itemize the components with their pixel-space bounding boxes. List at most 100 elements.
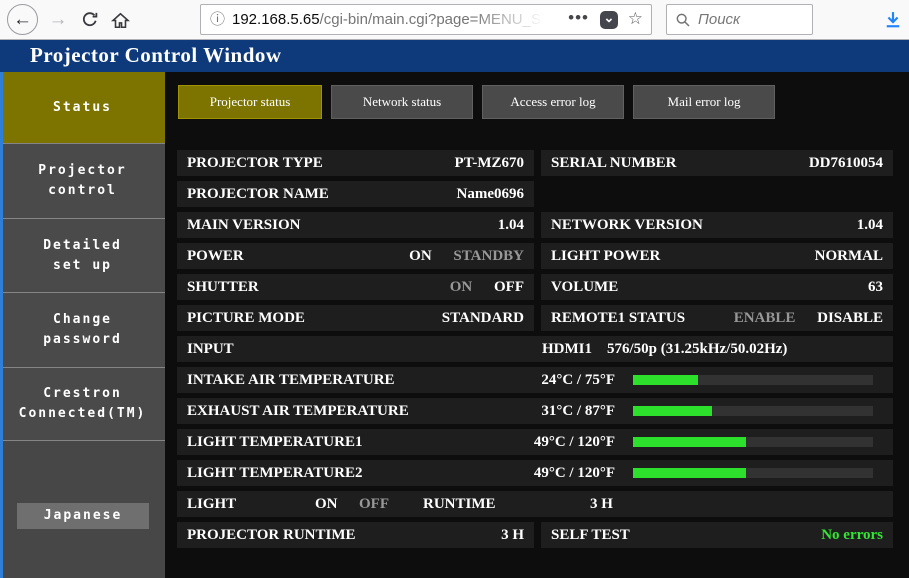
sidebar-item-projector-control[interactable]: Projector control bbox=[0, 143, 165, 218]
row-light-power: LIGHT POWER NORMAL bbox=[541, 243, 893, 269]
shutter-off-option: OFF bbox=[494, 279, 524, 295]
temperature-bar-fill bbox=[633, 375, 698, 385]
temperature-value: 31°C / 87°F bbox=[541, 403, 615, 419]
input-signal: 576/50p (31.25kHz/50.02Hz) bbox=[607, 341, 788, 357]
sidebar: Status Projector control Detailed set up… bbox=[0, 72, 165, 578]
download-icon[interactable] bbox=[882, 9, 904, 31]
sidebar-item-label: set up bbox=[53, 257, 112, 273]
row-projector-name: PROJECTOR NAME Name0696 bbox=[177, 181, 534, 207]
row-remote1-status: REMOTE1 STATUS ENABLE DISABLE bbox=[541, 305, 893, 331]
remote1-disable-option: DISABLE bbox=[817, 310, 883, 326]
row-main-version: MAIN VERSION 1.04 bbox=[177, 212, 534, 238]
row-label: LIGHT TEMPERATURE1 bbox=[187, 434, 363, 450]
row-power: POWER ON STANDBY bbox=[177, 243, 534, 269]
tab-projector-status[interactable]: Projector status bbox=[178, 85, 322, 119]
row-label: POWER bbox=[187, 248, 244, 264]
row-value: 1.04 bbox=[856, 217, 883, 233]
reload-icon[interactable] bbox=[79, 9, 101, 31]
sidebar-item-label: control bbox=[48, 183, 117, 198]
row-label: SELF TEST bbox=[551, 527, 630, 543]
sidebar-item-label: Status bbox=[53, 99, 112, 115]
sidebar-bottom-panel: Japanese bbox=[0, 440, 165, 578]
search-input[interactable]: Поиск bbox=[666, 4, 813, 35]
sidebar-item-label: Connected(TM) bbox=[18, 406, 147, 421]
sidebar-item-change-password[interactable]: Change password bbox=[0, 292, 165, 367]
row-label: SHUTTER bbox=[187, 279, 259, 295]
table-row: LIGHT TEMPERATURE2 49°C / 120°F bbox=[177, 460, 893, 486]
row-value: STANDARD bbox=[441, 310, 524, 326]
table-row: PICTURE MODE STANDARD REMOTE1 STATUS ENA… bbox=[177, 305, 893, 331]
sidebar-item-label: Detailed bbox=[43, 237, 122, 253]
row-value: DD7610054 bbox=[808, 155, 883, 171]
pocket-icon[interactable]: ⌄ bbox=[600, 11, 618, 29]
temperature-value: 49°C / 120°F bbox=[533, 434, 615, 450]
tab-network-status[interactable]: Network status bbox=[331, 85, 473, 119]
sidebar-item-crestron[interactable]: Crestron Connected(TM) bbox=[0, 367, 165, 440]
temperature-value: 49°C / 120°F bbox=[533, 465, 615, 481]
row-light-temperature1: LIGHT TEMPERATURE1 49°C / 120°F bbox=[177, 429, 893, 455]
row-exhaust-air-temperature: EXHAUST AIR TEMPERATURE 31°C / 87°F bbox=[177, 398, 893, 424]
table-row: EXHAUST AIR TEMPERATURE 31°C / 87°F bbox=[177, 398, 893, 424]
row-label: LIGHT POWER bbox=[551, 248, 661, 264]
sidebar-item-label: password bbox=[43, 332, 122, 347]
url-bar[interactable]: ⓘ 192.168.5.65/cgi-bin/main.cgi?page=MEN… bbox=[200, 4, 652, 35]
row-label: LIGHT TEMPERATURE2 bbox=[187, 465, 363, 481]
row-value: PT-MZ670 bbox=[454, 155, 524, 171]
row-label: SERIAL NUMBER bbox=[551, 155, 677, 171]
temperature-bar-fill bbox=[633, 437, 746, 447]
row-value-group: ON OFF bbox=[450, 274, 524, 300]
row-network-version: NETWORK VERSION 1.04 bbox=[541, 212, 893, 238]
table-row: INPUT HDMI1 576/50p (31.25kHz/50.02Hz) bbox=[177, 336, 893, 362]
power-standby-option: STANDBY bbox=[453, 248, 524, 264]
search-icon bbox=[676, 13, 690, 27]
row-input: INPUT HDMI1 576/50p (31.25kHz/50.02Hz) bbox=[177, 336, 893, 362]
url-path: /cgi-bin/main.cgi?page=MENU_STAT bbox=[319, 11, 551, 28]
runtime-value: 3 H bbox=[590, 496, 613, 512]
row-label: NETWORK VERSION bbox=[551, 217, 703, 233]
site-info-icon[interactable]: ⓘ bbox=[210, 5, 225, 34]
shutter-on-option: ON bbox=[449, 279, 473, 295]
row-projector-type: PROJECTOR TYPE PT-MZ670 bbox=[177, 150, 534, 176]
url-text: 192.168.5.65/cgi-bin/main.cgi?page=MENU_… bbox=[232, 5, 551, 34]
row-value-group: ON STANDBY bbox=[409, 243, 524, 269]
row-label: VOLUME bbox=[551, 279, 619, 295]
screen: ← → ⓘ 192.168.5.65/cgi-bin/main.cgi?page… bbox=[0, 0, 909, 578]
row-label: PROJECTOR NAME bbox=[187, 186, 329, 202]
sidebar-item-label: Crestron bbox=[43, 386, 122, 401]
bookmark-star-icon[interactable]: ☆ bbox=[628, 5, 643, 34]
table-row: SHUTTER ON OFF VOLUME 63 bbox=[177, 274, 893, 300]
temperature-bar bbox=[633, 406, 873, 416]
back-button[interactable]: ← bbox=[7, 4, 38, 35]
forward-button[interactable]: → bbox=[46, 8, 70, 32]
table-row: LIGHT ON OFF RUNTIME 3 H bbox=[177, 491, 893, 517]
runtime-label: RUNTIME bbox=[423, 496, 496, 512]
sidebar-item-detailed-setup[interactable]: Detailed set up bbox=[0, 218, 165, 292]
sidebar-item-status[interactable]: Status bbox=[0, 72, 165, 143]
url-host: 192.168.5.65 bbox=[232, 11, 320, 28]
temperature-bar bbox=[633, 468, 873, 478]
row-light: LIGHT ON OFF RUNTIME 3 H bbox=[177, 491, 893, 517]
row-volume: VOLUME 63 bbox=[541, 274, 893, 300]
row-label: LIGHT bbox=[187, 496, 237, 512]
row-light-temperature2: LIGHT TEMPERATURE2 49°C / 120°F bbox=[177, 460, 893, 486]
tab-mail-error-log[interactable]: Mail error log bbox=[633, 85, 775, 119]
left-edge-accent bbox=[0, 72, 3, 578]
table-row: POWER ON STANDBY LIGHT POWER NORMAL bbox=[177, 243, 893, 269]
page-actions-icon[interactable]: ••• bbox=[568, 5, 589, 34]
temperature-bar bbox=[633, 437, 873, 447]
home-icon[interactable] bbox=[109, 9, 131, 31]
tab-access-error-log[interactable]: Access error log bbox=[482, 85, 624, 119]
row-value: 1.04 bbox=[497, 217, 524, 233]
row-projector-runtime: PROJECTOR RUNTIME 3 H bbox=[177, 522, 534, 548]
sidebar-item-label: Change bbox=[53, 312, 112, 327]
table-row: MAIN VERSION 1.04 NETWORK VERSION 1.04 bbox=[177, 212, 893, 238]
japanese-language-button[interactable]: Japanese bbox=[17, 503, 149, 529]
input-source: HDMI1 bbox=[542, 341, 592, 357]
page-title: Projector Control Window bbox=[30, 43, 282, 67]
table-row: LIGHT TEMPERATURE1 49°C / 120°F bbox=[177, 429, 893, 455]
temperature-bar-fill bbox=[633, 406, 713, 416]
temperature-bar bbox=[633, 375, 873, 385]
search-placeholder: Поиск bbox=[698, 11, 741, 28]
row-label: REMOTE1 STATUS bbox=[551, 310, 686, 326]
page-header: Projector Control Window bbox=[0, 40, 909, 72]
